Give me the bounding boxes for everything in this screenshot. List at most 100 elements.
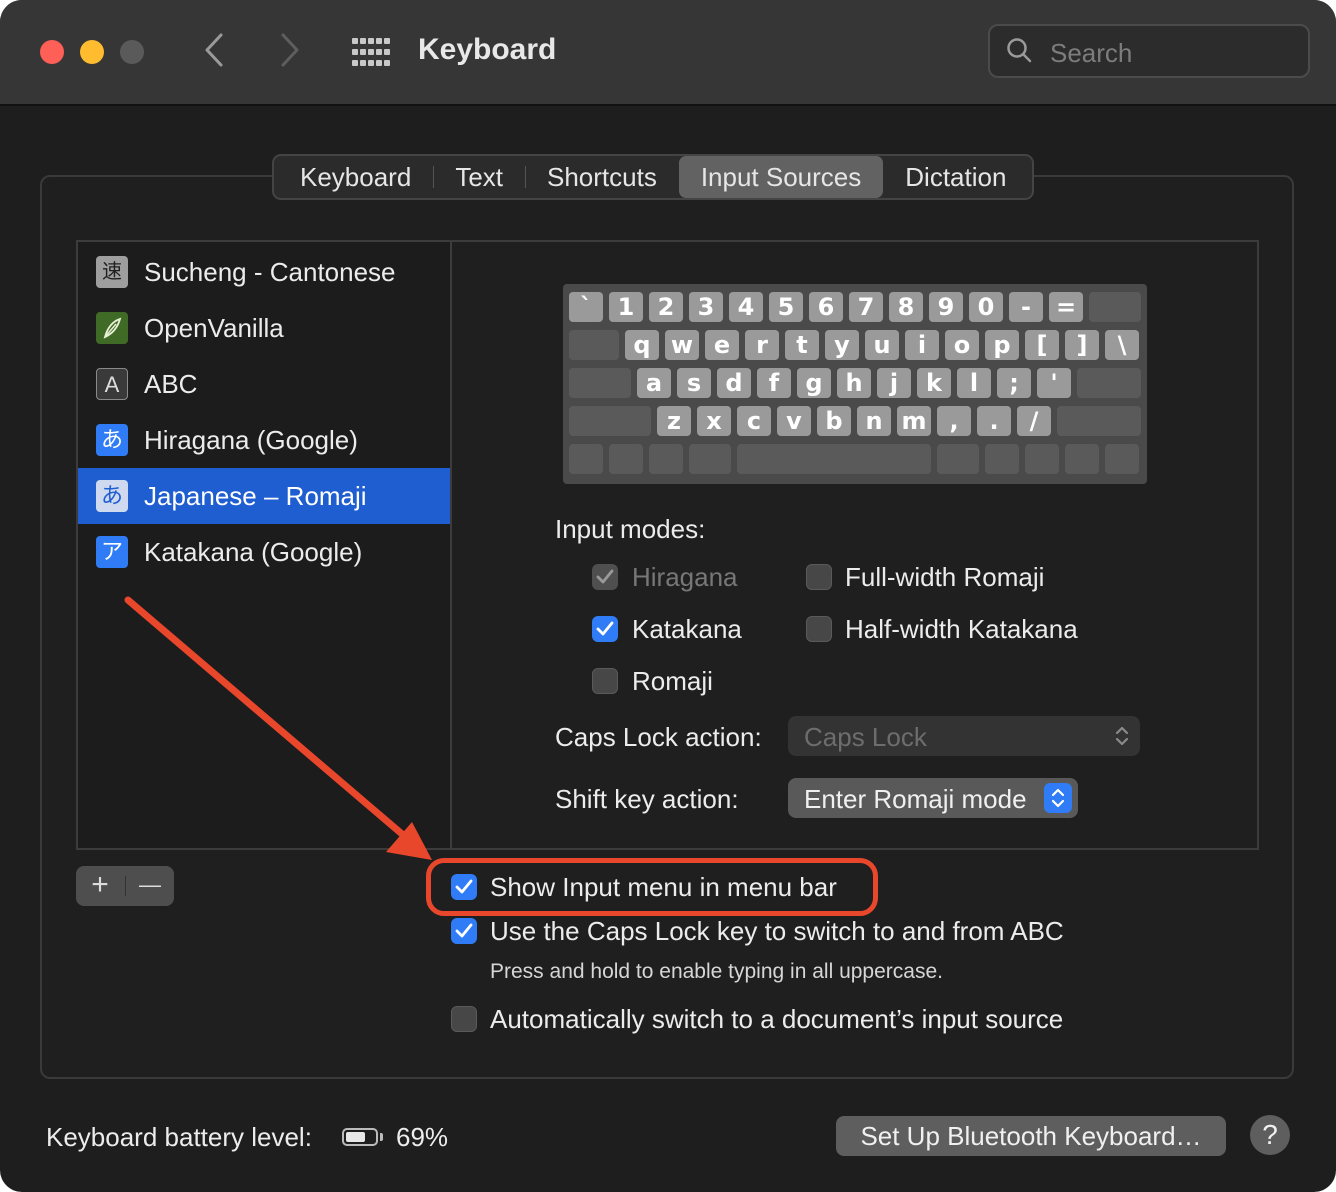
shift-key-action-popup[interactable]: Enter Romaji mode bbox=[788, 778, 1078, 818]
keyboard-key: x bbox=[697, 406, 731, 436]
keyboard-key: [ bbox=[1025, 330, 1059, 360]
abc-icon: A bbox=[96, 368, 128, 400]
keyboard-key: y bbox=[825, 330, 859, 360]
input-sources-list[interactable]: 速 Sucheng - Cantonese OpenVanilla A ABC … bbox=[76, 240, 452, 850]
search-icon bbox=[1007, 38, 1032, 63]
keyboard-key-modifier bbox=[1057, 406, 1141, 436]
caps-lock-switch-checkbox[interactable] bbox=[451, 918, 477, 944]
keyboard-spacebar bbox=[737, 444, 931, 474]
battery-icon bbox=[342, 1128, 378, 1146]
battery-fill bbox=[346, 1132, 365, 1142]
keyboard-key: n bbox=[857, 406, 891, 436]
zoom-button[interactable] bbox=[120, 40, 144, 64]
keyboard-key: a bbox=[637, 368, 671, 398]
sucheng-icon: 速 bbox=[96, 256, 128, 288]
shift-key-action-value: Enter Romaji mode bbox=[804, 784, 1027, 814]
keyboard-key: ' bbox=[1037, 368, 1071, 398]
keyboard-key: w bbox=[665, 330, 699, 360]
keyboard-key: m bbox=[897, 406, 931, 436]
keyboard-key-modifier bbox=[569, 444, 603, 474]
forward-icon[interactable] bbox=[280, 33, 300, 73]
battery-nub bbox=[380, 1133, 383, 1141]
help-button[interactable]: ? bbox=[1250, 1115, 1290, 1155]
keyboard-key: . bbox=[977, 406, 1011, 436]
chevron-updown-icon bbox=[1108, 721, 1136, 751]
tab-input-sources[interactable]: Input Sources bbox=[678, 156, 884, 198]
tab-shortcuts[interactable]: Shortcuts bbox=[525, 156, 679, 198]
tab-keyboard[interactable]: Keyboard bbox=[278, 156, 433, 198]
keyboard-key-modifier bbox=[569, 368, 631, 398]
auto-switch-checkbox[interactable] bbox=[451, 1006, 477, 1032]
hiragana-icon: あ bbox=[96, 424, 128, 456]
keyboard-key: t bbox=[785, 330, 819, 360]
list-item-label: Sucheng - Cantonese bbox=[144, 257, 396, 287]
list-item-sucheng-cantonese[interactable]: 速 Sucheng - Cantonese bbox=[78, 244, 450, 300]
annotation-highlight-box bbox=[426, 858, 878, 916]
tab-bar: Keyboard Text Shortcuts Input Sources Di… bbox=[272, 154, 1035, 200]
caps-lock-action-popup: Caps Lock bbox=[788, 716, 1140, 756]
keyboard-key-modifier bbox=[569, 330, 619, 360]
full-width-romaji-label[interactable]: Full-width Romaji bbox=[845, 562, 1044, 593]
caps-lock-help-text: Press and hold to enable typing in all u… bbox=[490, 960, 943, 983]
list-item-katakana-google[interactable]: ア Katakana (Google) bbox=[78, 524, 450, 580]
keyboard-key: f bbox=[757, 368, 791, 398]
romaji-label[interactable]: Romaji bbox=[632, 666, 713, 697]
keyboard-key: 0 bbox=[969, 292, 1003, 322]
list-item-abc[interactable]: A ABC bbox=[78, 356, 450, 412]
input-modes-heading: Input modes: bbox=[555, 514, 706, 544]
shift-key-action-label: Shift key action: bbox=[555, 784, 739, 814]
hiragana-label: Hiragana bbox=[632, 562, 738, 592]
keyboard-key-modifier bbox=[609, 444, 643, 474]
katakana-checkbox[interactable] bbox=[592, 616, 618, 642]
keyboard-key: b bbox=[817, 406, 851, 436]
keyboard-key: h bbox=[837, 368, 871, 398]
keyboard-key: s bbox=[677, 368, 711, 398]
half-width-katakana-label[interactable]: Half-width Katakana bbox=[845, 614, 1078, 645]
keyboard-key: r bbox=[745, 330, 779, 360]
add-source-button[interactable]: + bbox=[76, 866, 124, 906]
keyboard-key: u bbox=[865, 330, 899, 360]
keyboard-key: j bbox=[877, 368, 911, 398]
chevron-updown-icon bbox=[1044, 783, 1072, 813]
keyboard-key: d bbox=[717, 368, 751, 398]
keyboard-key: 4 bbox=[729, 292, 763, 322]
keyboard-key: / bbox=[1017, 406, 1051, 436]
keyboard-key: \ bbox=[1105, 330, 1139, 360]
romaji-checkbox[interactable] bbox=[592, 668, 618, 694]
minimize-button[interactable] bbox=[80, 40, 104, 64]
tab-text[interactable]: Text bbox=[433, 156, 525, 198]
list-item-japanese-romaji[interactable]: あ Japanese – Romaji bbox=[78, 468, 450, 524]
caps-lock-switch-label[interactable]: Use the Caps Lock key to switch to and f… bbox=[490, 916, 1064, 947]
remove-source-button[interactable]: — bbox=[126, 866, 174, 906]
keyboard-key: 8 bbox=[889, 292, 923, 322]
set-up-bluetooth-keyboard-button[interactable]: Set Up Bluetooth Keyboard… bbox=[836, 1116, 1226, 1156]
keyboard-key: e bbox=[705, 330, 739, 360]
title-bar: Keyboard Search bbox=[0, 0, 1336, 106]
romaji-icon: あ bbox=[96, 480, 128, 512]
keyboard-key: i bbox=[905, 330, 939, 360]
katakana-icon: ア bbox=[96, 536, 128, 568]
close-button[interactable] bbox=[40, 40, 64, 64]
list-item-hiragana-google[interactable]: あ Hiragana (Google) bbox=[78, 412, 450, 468]
list-item-openvanilla[interactable]: OpenVanilla bbox=[78, 300, 450, 356]
keyboard-key-modifier bbox=[985, 444, 1019, 474]
keyboard-key: ; bbox=[997, 368, 1031, 398]
keyboard-key: 6 bbox=[809, 292, 843, 322]
auto-switch-label[interactable]: Automatically switch to a document’s inp… bbox=[490, 1004, 1063, 1035]
window-title: Keyboard bbox=[418, 33, 557, 66]
back-icon[interactable] bbox=[204, 33, 224, 73]
keyboard-key: ] bbox=[1065, 330, 1099, 360]
keyboard-preferences-window: Keyboard Search Keyboard Text Shortcuts … bbox=[0, 0, 1336, 1192]
katakana-label[interactable]: Katakana bbox=[632, 614, 742, 645]
full-width-romaji-checkbox[interactable] bbox=[806, 564, 832, 590]
caps-lock-action-value: Caps Lock bbox=[804, 722, 927, 752]
leaf-icon bbox=[96, 312, 128, 344]
search-placeholder: Search bbox=[1050, 38, 1133, 68]
keyboard-key: 3 bbox=[689, 292, 723, 322]
show-all-grid-icon[interactable] bbox=[352, 38, 390, 66]
keyboard-key: g bbox=[797, 368, 831, 398]
half-width-katakana-checkbox[interactable] bbox=[806, 616, 832, 642]
search-field[interactable]: Search bbox=[988, 24, 1310, 78]
list-item-label: Hiragana (Google) bbox=[144, 425, 358, 455]
tab-dictation[interactable]: Dictation bbox=[883, 156, 1028, 198]
